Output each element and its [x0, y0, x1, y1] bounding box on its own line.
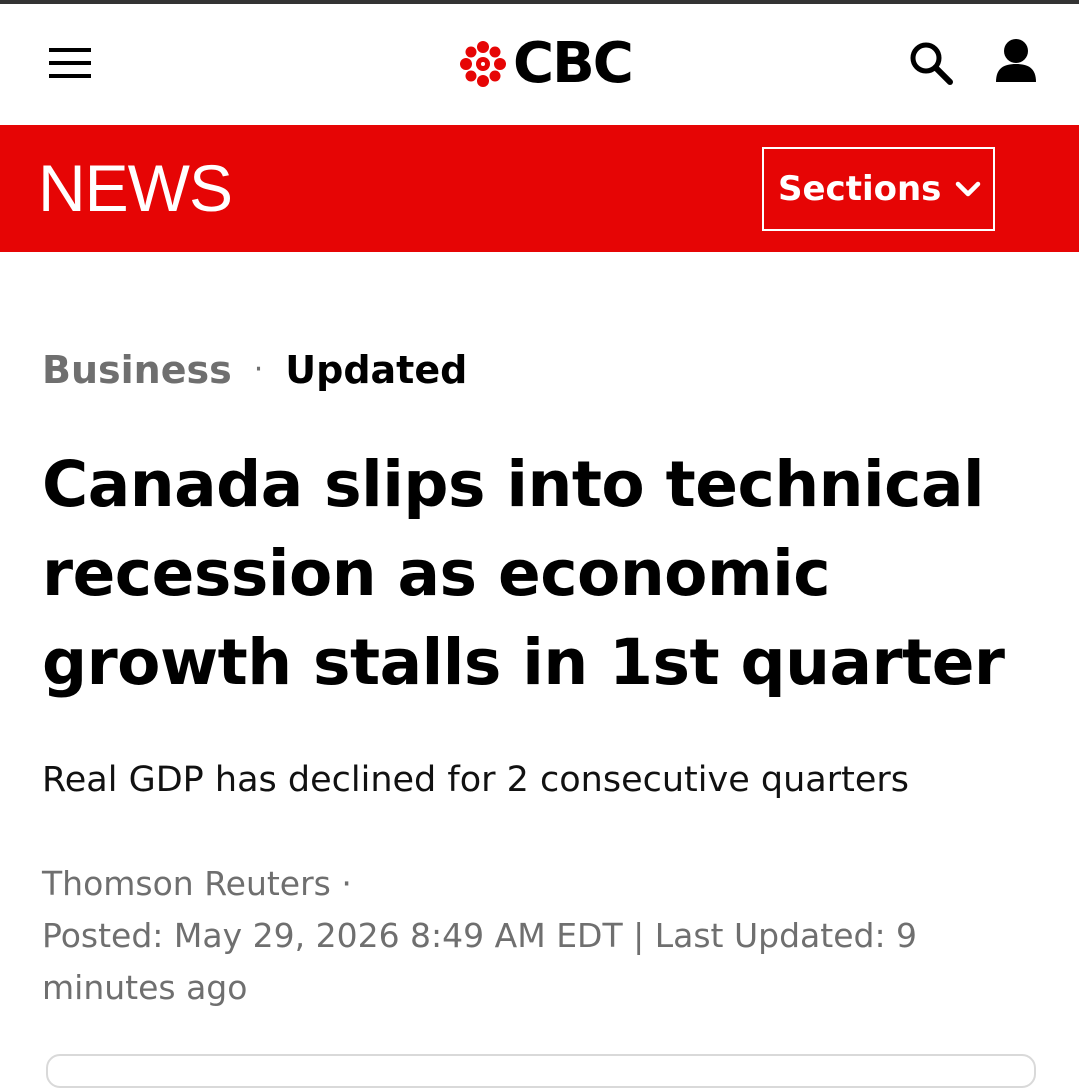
updated-label: Updated	[285, 348, 468, 392]
article-kicker: Business · Updated	[42, 342, 467, 398]
sections-label: Sections	[778, 169, 942, 209]
hamburger-menu-icon[interactable]	[49, 48, 91, 78]
posted-timestamp: Posted: May 29, 2026 8:49 AM EDT	[42, 916, 623, 955]
news-bar: NEWS Sections	[0, 125, 1079, 252]
news-section-title[interactable]: NEWS	[38, 151, 233, 225]
author-separator: ·	[341, 864, 352, 903]
article-deck: Real GDP has declined for 2 consecutive …	[42, 760, 909, 800]
article-byline: Thomson Reuters · Posted: May 29, 2026 8…	[42, 858, 1022, 1014]
account-icon[interactable]	[994, 38, 1038, 84]
cbc-gem-icon	[460, 41, 506, 87]
logo-wordmark: CBC	[513, 31, 634, 96]
search-icon[interactable]	[908, 40, 954, 86]
category-link[interactable]: Business	[42, 342, 232, 398]
site-header: CBC	[0, 4, 1079, 125]
author-name: Thomson Reuters	[42, 864, 331, 903]
kicker-separator: ·	[253, 352, 264, 387]
sections-button[interactable]: Sections	[762, 147, 995, 231]
timestamp-separator: |	[633, 916, 645, 955]
cbc-logo[interactable]: CBC	[459, 31, 634, 96]
next-content-card	[46, 1054, 1036, 1088]
article-headline: Canada slips into technical recession as…	[42, 448, 1005, 699]
chevron-down-icon	[956, 181, 981, 197]
